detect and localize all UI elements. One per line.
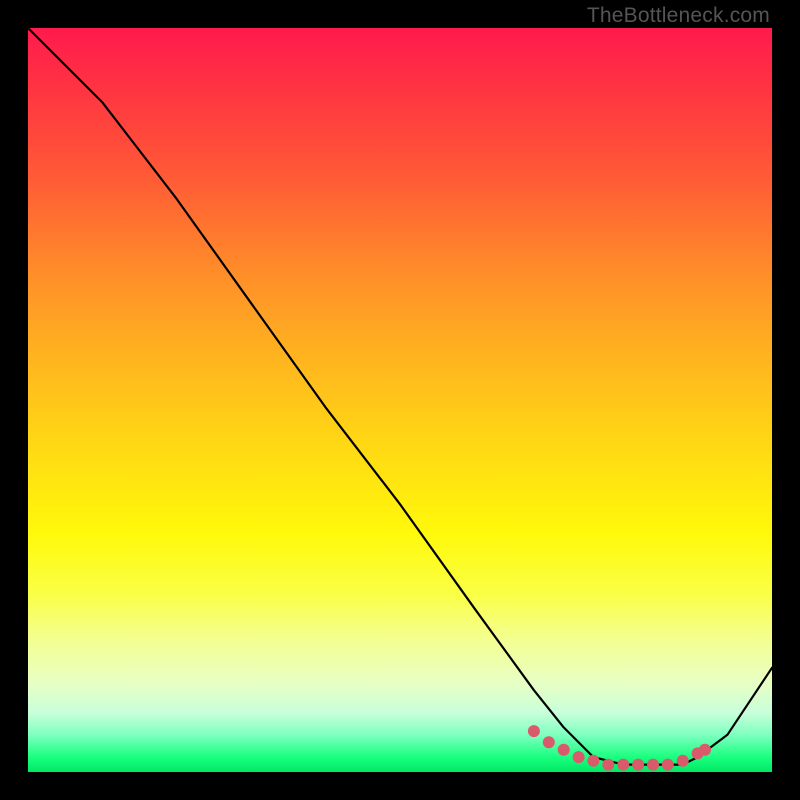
highlight-marker	[543, 736, 555, 748]
highlight-marker	[699, 744, 711, 756]
bottleneck-curve	[28, 28, 772, 765]
highlight-marker	[602, 759, 614, 771]
highlight-marker	[617, 759, 629, 771]
highlight-marker	[528, 725, 540, 737]
highlight-markers	[528, 725, 711, 771]
watermark-text: TheBottleneck.com	[587, 4, 770, 28]
chart-frame: TheBottleneck.com	[0, 0, 800, 800]
plot-area	[28, 28, 772, 772]
highlight-marker	[647, 759, 659, 771]
curve-layer	[28, 28, 772, 772]
highlight-marker	[573, 751, 585, 763]
highlight-marker	[677, 755, 689, 767]
highlight-marker	[587, 755, 599, 767]
highlight-marker	[558, 744, 570, 756]
highlight-marker	[662, 759, 674, 771]
highlight-marker	[632, 759, 644, 771]
